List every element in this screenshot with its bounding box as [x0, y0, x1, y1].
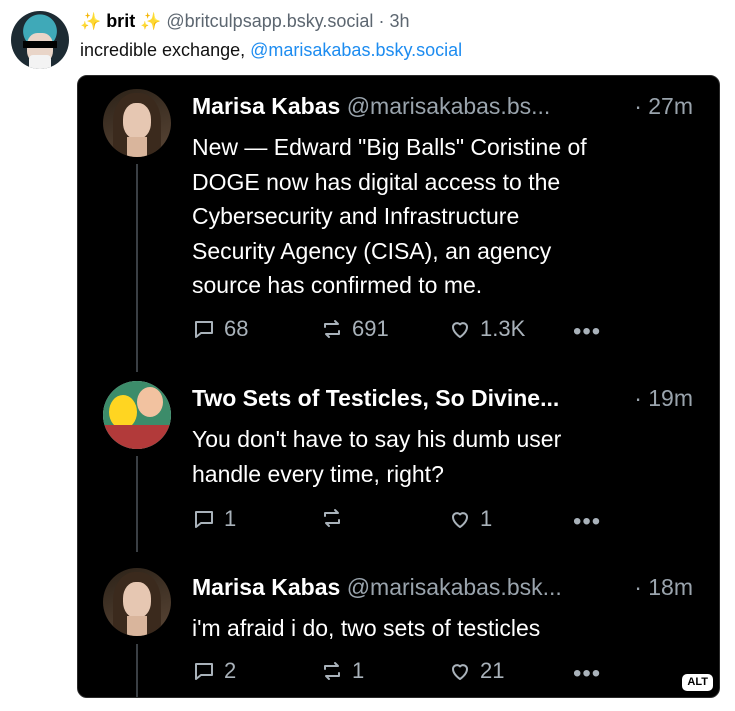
author-handle[interactable]: @marisakabas.bs...	[347, 93, 551, 119]
sparkle-icon: ✨	[140, 12, 162, 31]
repost-count: 691	[352, 316, 389, 341]
repost-button[interactable]: 1	[320, 658, 364, 684]
reply-button[interactable]: 2	[192, 658, 236, 684]
thread-line	[136, 456, 138, 552]
post-header: Two Sets of Testicles, So Divine...	[192, 383, 559, 413]
reply-count: 2	[224, 658, 237, 683]
post-header: ✨ brit ✨ @britculpsapp.bsky.social · 3h	[80, 9, 409, 34]
author-name[interactable]: Marisa Kabas	[192, 574, 340, 600]
reply-button[interactable]: 1	[192, 506, 236, 532]
reply-count: 68	[224, 316, 249, 341]
repost-button[interactable]	[320, 506, 352, 530]
post-text: New — Edward "Big Balls" Coristine of DO…	[192, 134, 587, 298]
handle[interactable]: @britculpsapp.bsky.social	[166, 11, 373, 31]
like-icon	[452, 664, 468, 680]
repost-count: 1	[352, 658, 365, 683]
like-button[interactable]: 1.3K	[448, 316, 525, 342]
timestamp[interactable]: · 27m	[634, 91, 693, 121]
avatar-face	[123, 582, 151, 618]
reply-icon	[195, 511, 213, 528]
alt-badge[interactable]: ALT	[682, 674, 713, 691]
avatar[interactable]	[103, 89, 171, 157]
avatar-neck	[127, 137, 147, 157]
like-button[interactable]: 1	[448, 506, 492, 532]
repost-icon	[324, 509, 340, 527]
like-count: 1.3K	[480, 316, 526, 341]
display-name[interactable]: brit	[106, 11, 135, 31]
avatar[interactable]	[103, 568, 171, 636]
post-header: Marisa Kabas @marisakabas.bsk...	[192, 572, 562, 602]
repost-button[interactable]: 691	[320, 316, 389, 342]
more-icon[interactable]: •••	[573, 320, 601, 344]
more-icon[interactable]: •••	[573, 510, 601, 534]
sparkle-icon: ✨	[80, 12, 102, 31]
author-name[interactable]: Two Sets of Testicles, So Divine...	[192, 385, 559, 411]
repost-icon	[324, 662, 340, 680]
like-count: 21	[480, 658, 505, 683]
post-text: i'm afraid i do, two sets of testicles	[192, 615, 541, 641]
avatar-shirt	[103, 425, 171, 449]
reply-icon	[195, 663, 213, 680]
like-count: 1	[480, 506, 493, 531]
separator: ·	[378, 11, 385, 31]
avatar-shirt	[29, 55, 51, 69]
reply-icon	[195, 321, 213, 338]
post-text-body: incredible exchange,	[80, 40, 251, 60]
timestamp[interactable]: 3h	[389, 11, 409, 31]
reply-button[interactable]: 68	[192, 316, 248, 342]
censor-bar	[23, 41, 57, 48]
timestamp[interactable]: · 18m	[634, 572, 693, 602]
repost-icon	[324, 320, 340, 338]
thread-line	[136, 164, 138, 372]
avatar-character	[137, 387, 163, 417]
timestamp[interactable]: · 19m	[634, 383, 693, 413]
avatar[interactable]	[103, 381, 171, 449]
post-header: Marisa Kabas @marisakabas.bs...	[192, 91, 550, 121]
avatar-face	[123, 103, 151, 139]
avatar-character	[109, 395, 137, 429]
more-icon[interactable]: •••	[573, 662, 601, 686]
like-button[interactable]: 21	[448, 658, 504, 684]
reply-count: 1	[224, 506, 237, 531]
author-handle[interactable]: @marisakabas.bsk...	[347, 574, 562, 600]
avatar[interactable]	[11, 11, 69, 69]
embedded-image[interactable]: Marisa Kabas @marisakabas.bs... · 27m Ne…	[77, 75, 720, 698]
avatar-neck	[127, 616, 147, 636]
mention-link[interactable]: @marisakabas.bsky.social	[250, 40, 462, 60]
thread-line	[136, 644, 138, 697]
post-text: You don't have to say his dumb user hand…	[192, 426, 562, 487]
like-icon	[452, 512, 468, 528]
like-icon	[452, 322, 468, 338]
author-name[interactable]: Marisa Kabas	[192, 93, 340, 119]
post-text: incredible exchange, @marisakabas.bsky.s…	[80, 38, 462, 62]
